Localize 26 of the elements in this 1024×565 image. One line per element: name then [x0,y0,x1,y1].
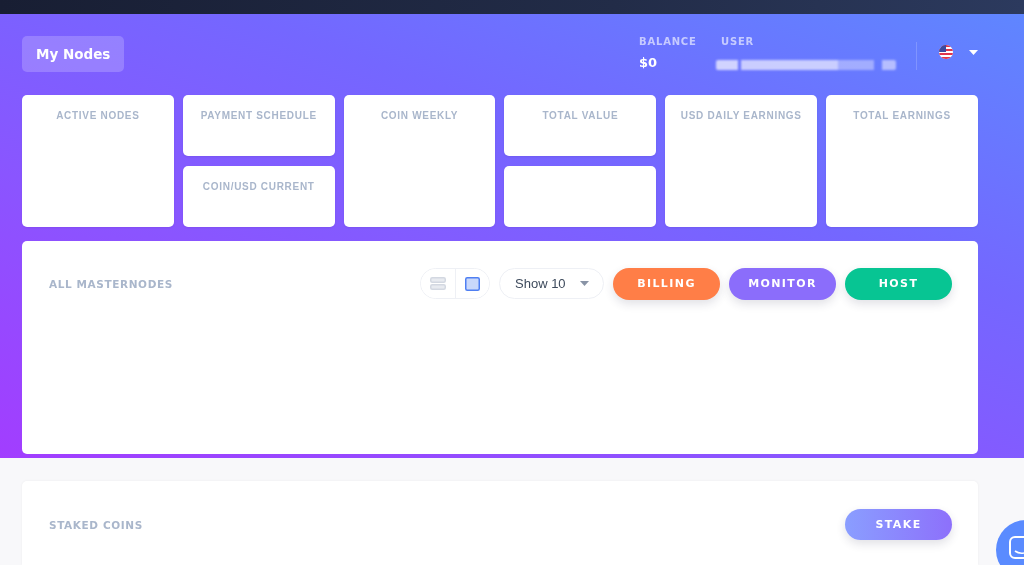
stat-card-title: COIN WEEKLY [380,110,459,121]
chat-icon [1009,536,1024,560]
stat-card-title: COIN/USD CURRENT [202,181,315,192]
balance-label: BALANCE [639,36,697,48]
stake-button[interactable]: STAKE [845,509,952,540]
square-icon [465,276,480,291]
stat-card-title: TOTAL EARNINGS [853,110,951,121]
section-title: STAKED COINS [49,518,143,531]
caret-icon [969,49,978,55]
action-button[interactable]: HOST [845,267,952,300]
us-flag-icon [939,45,953,59]
stat-card-title: ACTIVE NODES [56,110,140,121]
section-title: ALL MASTERNODES [49,277,173,290]
view-option[interactable] [455,269,489,298]
page-size-select[interactable]: Show 10 [499,268,604,299]
stat-card-title: USD DAILY EARNINGS [680,110,802,121]
caret-icon [580,281,589,286]
stat-card-title: TOTAL VALUE [542,110,619,121]
action-button[interactable]: MONITOR [729,267,836,300]
user-label: USER [721,36,755,48]
chat-launcher-button[interactable] [996,520,1024,565]
stat-card-title: PAYMENT SCHEDULE [200,110,317,121]
balance-value: $0 [639,55,658,71]
rows-icon [430,277,446,290]
my-nodes-button[interactable]: My Nodes [22,36,125,72]
action-button[interactable]: BILLING [613,267,720,300]
